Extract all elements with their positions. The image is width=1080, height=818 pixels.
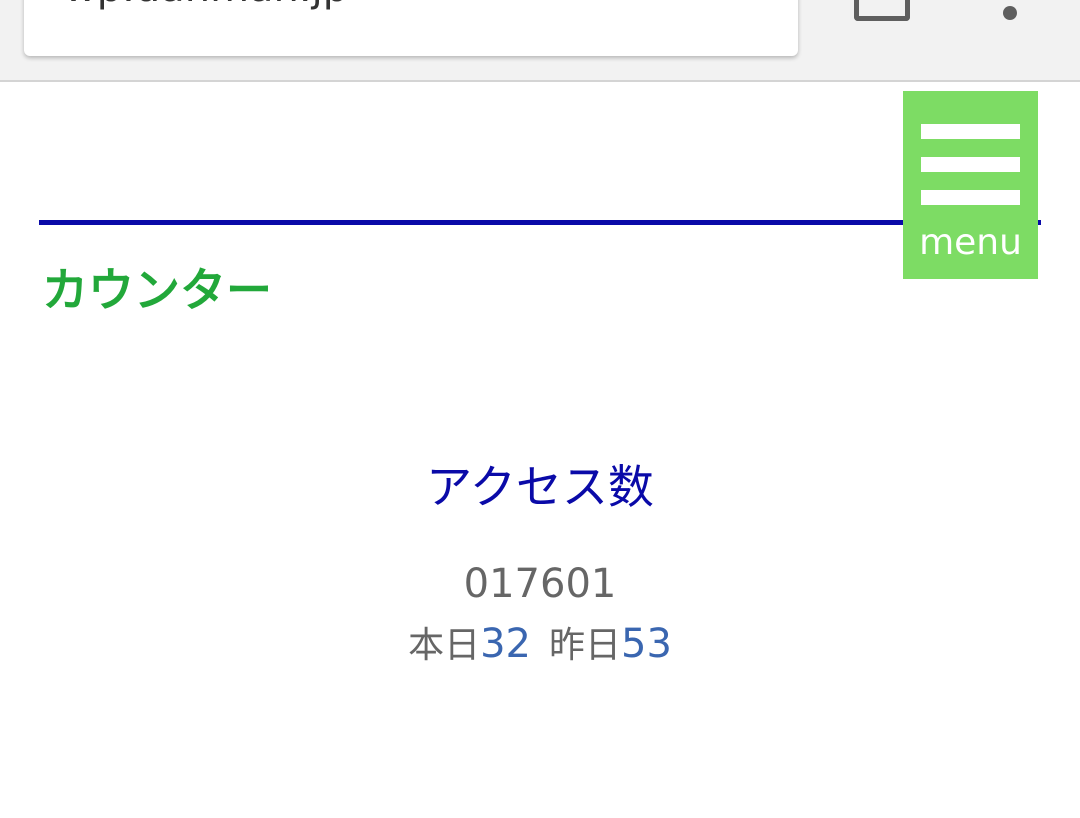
hamburger-icon <box>921 157 1020 172</box>
menu-button[interactable]: menu <box>903 91 1038 279</box>
more-dot <box>1003 6 1017 20</box>
tabs-icon[interactable]: 6 <box>854 0 910 21</box>
browser-toolbar: wp.danman.jp 6 <box>0 0 1080 82</box>
today-value: 32 <box>480 621 531 667</box>
section-title: カウンター <box>42 263 272 317</box>
address-bar[interactable]: wp.danman.jp <box>24 0 798 56</box>
today-label: 本日 <box>408 625 481 666</box>
url-text: wp.danman.jp <box>64 0 348 10</box>
more-vert-icon[interactable] <box>1000 0 1020 22</box>
counter-title: アクセス数 <box>426 460 654 514</box>
page-content: menu カウンター アクセス数 017601 本日32 昨日53 <box>0 82 1080 818</box>
counter-daily: 本日32 昨日53 <box>0 620 1080 670</box>
yesterday-value: 53 <box>621 621 672 667</box>
header-divider <box>39 220 1041 225</box>
hamburger-icon <box>921 124 1020 139</box>
hamburger-icon <box>921 190 1020 205</box>
counter-total: 017601 <box>463 561 617 607</box>
yesterday-label: 昨日 <box>549 625 622 666</box>
menu-label: menu <box>919 222 1022 263</box>
